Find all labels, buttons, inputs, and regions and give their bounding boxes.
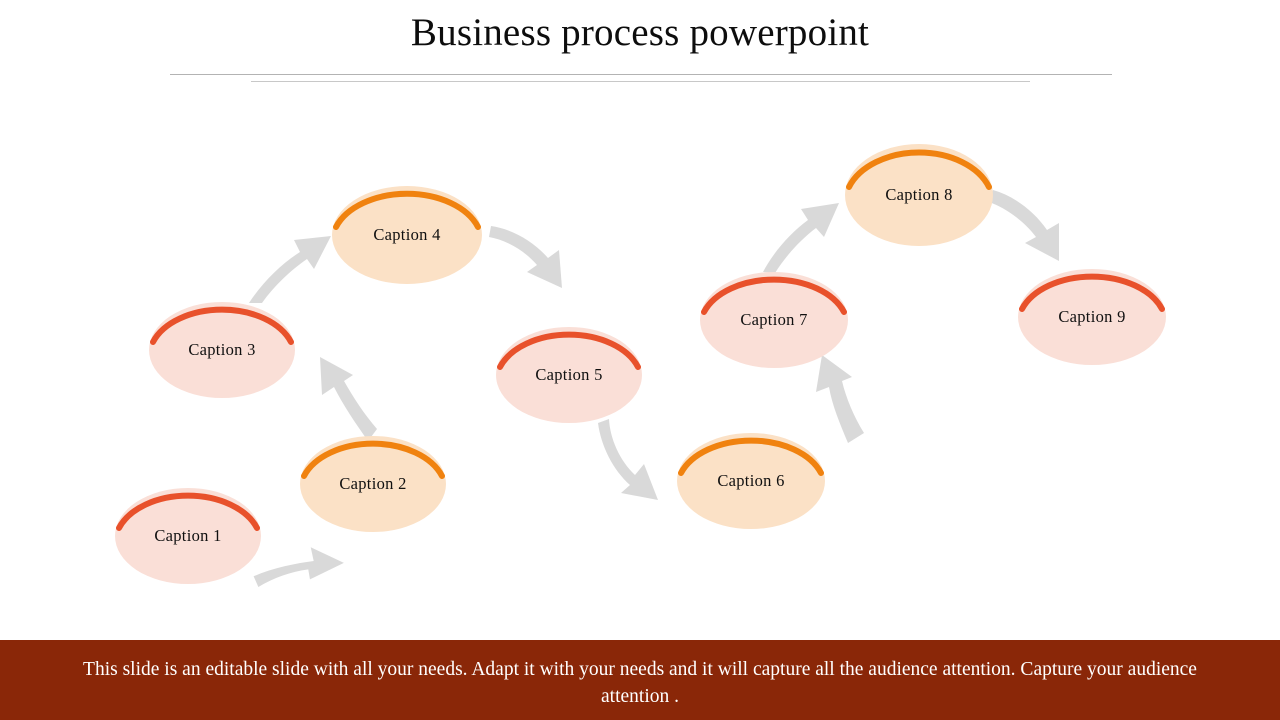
arrow-4-5-icon — [489, 226, 562, 288]
node-9-ellipse — [1018, 269, 1166, 365]
process-node-7[interactable]: Caption 7 — [700, 272, 848, 368]
slide-canvas: Business process powerpoint Caption 1 Ca… — [0, 0, 1280, 720]
process-node-3[interactable]: Caption 3 — [149, 302, 295, 398]
arrow-6-7-icon — [816, 355, 864, 443]
process-flow-diagram: Caption 1 Caption 2 Caption 3 Caption 4 … — [0, 0, 1280, 640]
node-3-ellipse — [149, 302, 295, 398]
process-node-9[interactable]: Caption 9 — [1018, 269, 1166, 365]
arrow-8-9-icon — [989, 190, 1059, 261]
process-node-2[interactable]: Caption 2 — [300, 436, 446, 532]
arrow-5-6-icon — [598, 419, 658, 500]
process-node-6[interactable]: Caption 6 — [677, 433, 825, 529]
node-6-ellipse — [677, 433, 825, 529]
node-8-ellipse — [845, 144, 993, 246]
arrow-2-3-icon — [320, 357, 377, 441]
process-node-4[interactable]: Caption 4 — [332, 186, 482, 284]
node-2-ellipse — [300, 436, 446, 532]
node-5-ellipse — [496, 327, 642, 423]
node-1-ellipse — [115, 488, 261, 584]
node-4-ellipse — [332, 186, 482, 284]
process-node-8[interactable]: Caption 8 — [845, 144, 993, 246]
process-node-1[interactable]: Caption 1 — [115, 488, 261, 584]
arrow-3-4-icon — [249, 236, 331, 303]
footer-banner: This slide is an editable slide with all… — [0, 640, 1280, 720]
arrow-1-2-icon — [253, 547, 344, 587]
node-7-ellipse — [700, 272, 848, 368]
arrow-7-8-icon — [763, 203, 839, 273]
footer-description: This slide is an editable slide with all… — [83, 659, 1197, 707]
process-node-5[interactable]: Caption 5 — [496, 327, 642, 423]
